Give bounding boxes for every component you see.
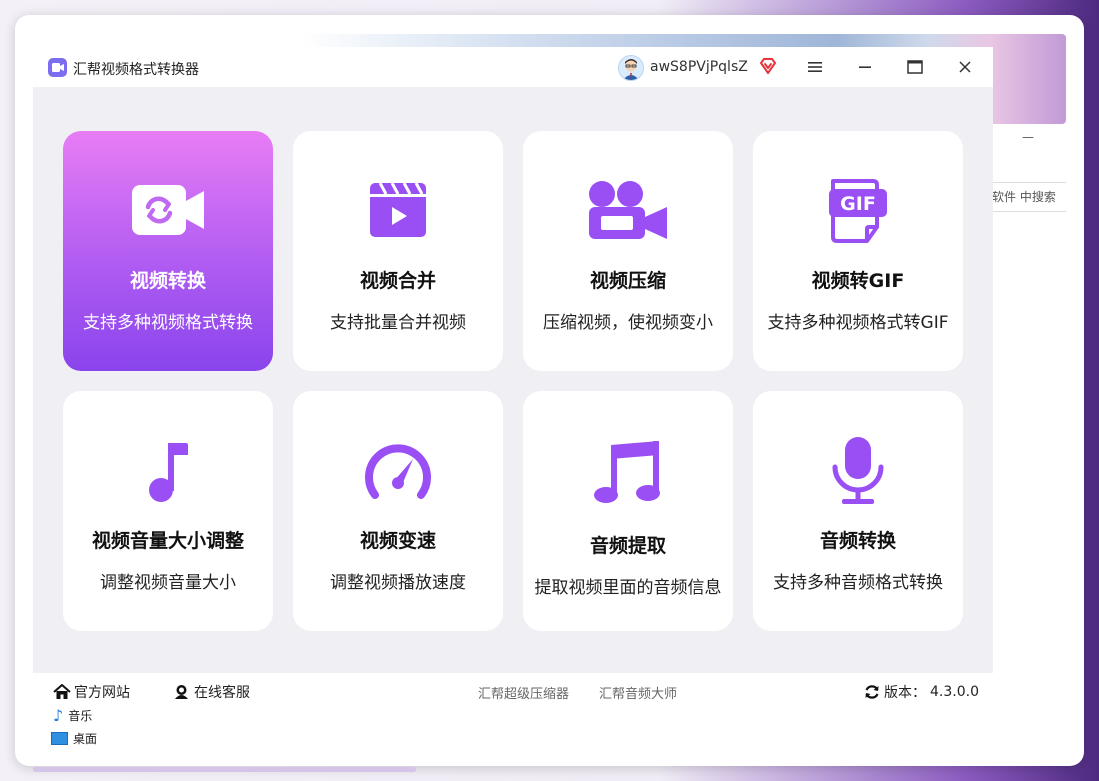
app-window: 汇帮视频格式转换器 awS8PVjPqlsZ 视频转换 支持多种视频格式转换 视… — [33, 47, 993, 748]
background-scrollbar — [33, 767, 416, 772]
speedometer-icon — [365, 444, 431, 499]
vip-diamond-icon[interactable] — [758, 56, 778, 76]
desktop-icon — [51, 732, 68, 745]
card-title: 视频转换 — [129, 270, 206, 292]
footer: 官方网站 在线客服 汇帮超级压缩器 汇帮音频大师 版本： 4.3.0.0 ♪ 音 — [33, 673, 993, 748]
minimize-button[interactable] — [851, 55, 879, 79]
music-notes-icon — [594, 441, 660, 503]
video-convert-icon — [132, 185, 204, 235]
app-logo-icon — [48, 58, 67, 77]
card-title: 音频转换 — [819, 530, 896, 552]
background-side-item-music: ♪ 音乐 — [53, 707, 92, 724]
background-dash: — — [1022, 130, 1034, 144]
menu-button[interactable] — [801, 55, 829, 79]
svg-text:GIF: GIF — [840, 193, 876, 215]
version-info[interactable]: 版本： 4.3.0.0 — [864, 682, 979, 702]
microphone-icon — [832, 437, 884, 504]
card-title: 视频转GIF — [811, 270, 905, 292]
user-avatar[interactable] — [618, 55, 644, 81]
card-desc: 支持批量合并视频 — [330, 313, 466, 333]
card-audio-extract[interactable]: 音频提取 提取视频里面的音频信息 — [523, 391, 733, 631]
hamburger-icon — [808, 62, 822, 72]
version-number: 4.3.0.0 — [930, 684, 979, 700]
card-desc: 提取视频里面的音频信息 — [534, 578, 722, 598]
maximize-icon — [907, 60, 923, 74]
feature-grid: 视频转换 支持多种视频格式转换 视频合并 支持批量合并视频 视频压缩 压缩视频，… — [33, 87, 993, 673]
card-title: 视频压缩 — [589, 270, 666, 292]
card-desc: 支持多种视频格式转GIF — [767, 313, 949, 333]
version-label: 版本： — [884, 685, 926, 701]
close-button[interactable] — [951, 55, 979, 79]
card-video-compress[interactable]: 视频压缩 压缩视频，使视频变小 — [523, 131, 733, 371]
card-video-merge[interactable]: 视频合并 支持批量合并视频 — [293, 131, 503, 371]
app-title: 汇帮视频格式转换器 — [73, 62, 199, 78]
support-label: 在线客服 — [194, 685, 250, 701]
minimize-icon — [859, 66, 871, 68]
card-video-volume[interactable]: 视频音量大小调整 调整视频音量大小 — [63, 391, 273, 631]
music-icon: ♪ — [53, 705, 64, 725]
refresh-icon — [865, 685, 879, 699]
clapperboard-icon — [370, 182, 426, 237]
music-note-icon — [149, 443, 188, 502]
card-title: 视频合并 — [359, 270, 436, 292]
card-title: 视频音量大小调整 — [91, 530, 244, 552]
card-title: 视频变速 — [359, 530, 436, 552]
support-link[interactable]: 在线客服 — [173, 682, 250, 702]
card-desc: 支持多种视频格式转换 — [83, 313, 253, 333]
home-icon — [53, 684, 71, 699]
card-title: 音频提取 — [589, 535, 666, 557]
card-video-speed[interactable]: 视频变速 调整视频播放速度 — [293, 391, 503, 631]
video-camera-icon — [589, 181, 667, 239]
card-audio-convert[interactable]: 音频转换 支持多种音频格式转换 — [753, 391, 963, 631]
card-desc: 调整视频音量大小 — [100, 573, 236, 593]
titlebar: 汇帮视频格式转换器 awS8PVjPqlsZ — [33, 47, 993, 87]
background-side-item-desktop: 桌面 — [51, 730, 97, 747]
background-right-panel — [992, 124, 1067, 748]
background-search-text: 软件 中搜索 — [992, 182, 1066, 212]
maximize-button[interactable] — [901, 55, 929, 79]
website-link[interactable]: 官方网站 — [53, 682, 130, 702]
card-video-convert[interactable]: 视频转换 支持多种视频格式转换 — [63, 131, 273, 371]
card-desc: 调整视频播放速度 — [330, 573, 466, 593]
link-super-compressor[interactable]: 汇帮超级压缩器 — [478, 683, 569, 702]
side-item-label: 桌面 — [73, 732, 98, 746]
gif-file-icon: GIF — [829, 179, 887, 243]
card-desc: 支持多种音频格式转换 — [773, 573, 943, 593]
website-label: 官方网站 — [74, 685, 130, 701]
close-icon — [959, 61, 971, 73]
username[interactable]: awS8PVjPqlsZ — [650, 59, 748, 75]
card-desc: 压缩视频，使视频变小 — [543, 313, 713, 333]
headset-icon — [175, 685, 188, 699]
side-item-label: 音乐 — [68, 709, 93, 723]
card-video-to-gif[interactable]: GIF 视频转GIF 支持多种视频格式转GIF — [753, 131, 963, 371]
link-audio-master[interactable]: 汇帮音频大师 — [599, 683, 677, 702]
